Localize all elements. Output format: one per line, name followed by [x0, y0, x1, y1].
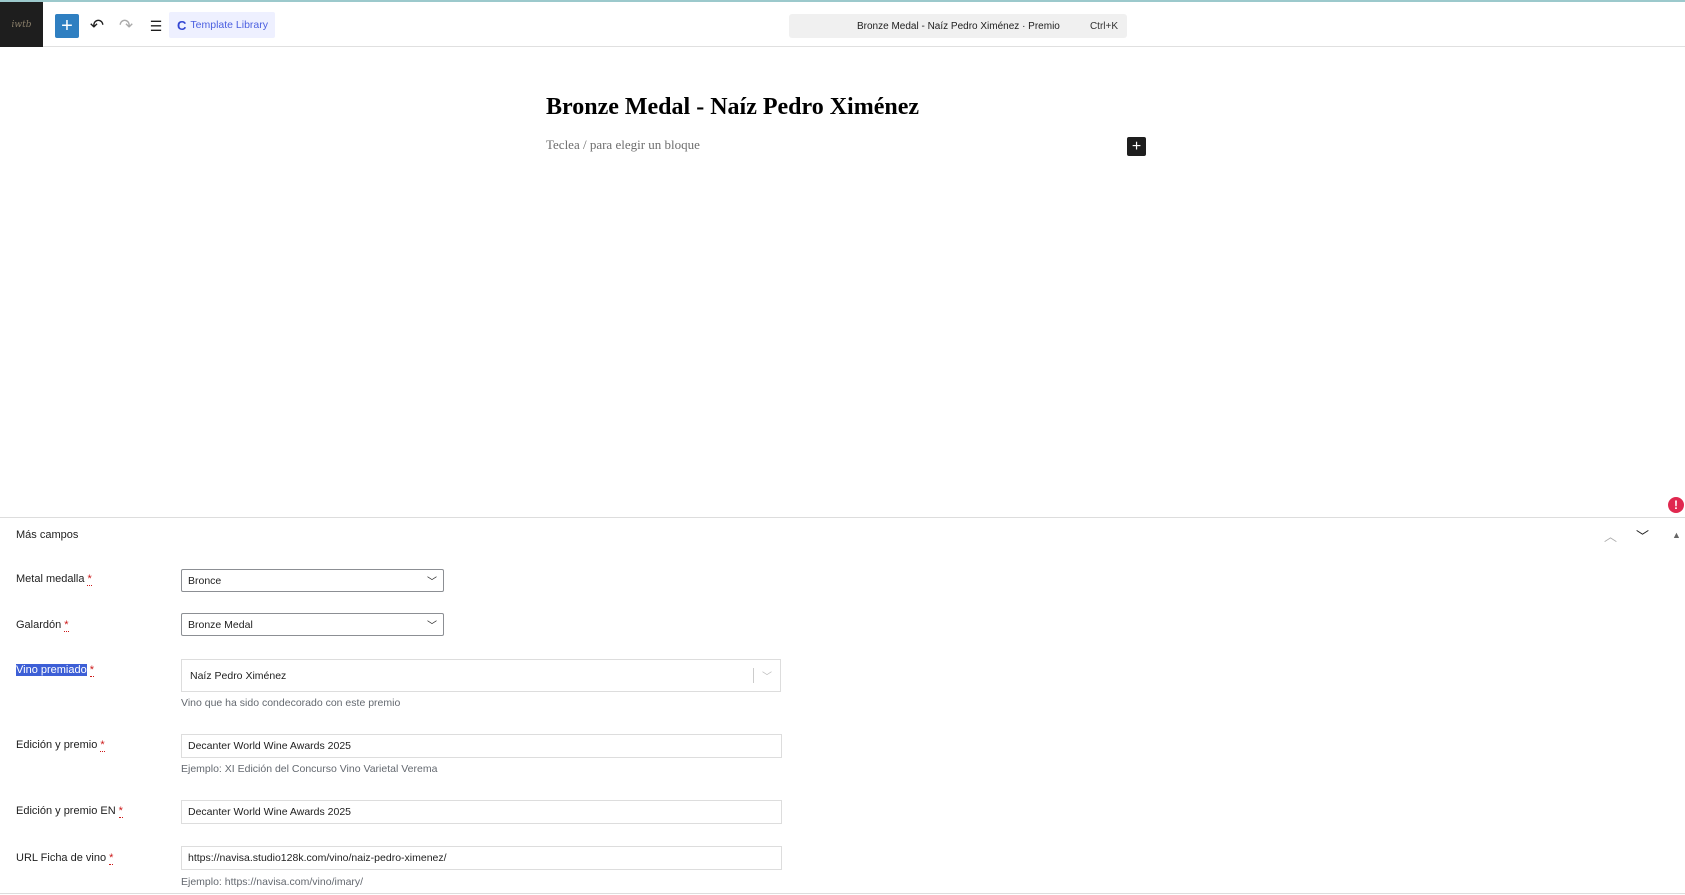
chevron-down-icon: ﹀: [427, 577, 437, 588]
url-ficha-input[interactable]: https://navisa.studio128k.com/vino/naiz-…: [181, 846, 782, 870]
inline-add-block-button[interactable]: +: [1127, 137, 1146, 156]
vino-premiado-select[interactable]: Naíz Pedro Ximénez ﹀: [181, 659, 781, 692]
move-up-icon[interactable]: ︿: [1604, 526, 1617, 545]
shortcut-hint: Ctrl+K: [1089, 20, 1118, 32]
move-down-icon[interactable]: ﹀: [1636, 526, 1649, 545]
undo-icon[interactable]: ↶: [85, 14, 109, 38]
template-library-icon: C: [177, 17, 187, 33]
template-library-label: Template Library: [190, 19, 269, 31]
chevron-down-icon: ﹀: [753, 668, 772, 683]
field-label: Edición y premio *: [16, 739, 105, 752]
chevron-down-icon: ﹀: [427, 621, 437, 632]
document-overview-icon[interactable]: ☰: [144, 14, 168, 38]
edicion-premio-input[interactable]: Decanter World Wine Awards 2025: [181, 734, 782, 758]
galardon-select[interactable]: Bronze Medal ﹀: [181, 613, 444, 636]
redo-icon[interactable]: ↷: [114, 14, 138, 38]
metal-medalla-select[interactable]: Bronce ﹀: [181, 569, 444, 592]
field-label: Metal medalla *: [16, 573, 92, 586]
editor-toolbar: iwtb + ↶ ↷ ☰ C Template Library Bronze M…: [0, 2, 1685, 47]
document-title: Bronze Medal - Naíz Pedro Ximénez · Prem…: [857, 20, 1060, 32]
edicion-premio-en-input[interactable]: Decanter World Wine Awards 2025: [181, 800, 782, 824]
alert-icon[interactable]: !: [1668, 497, 1684, 513]
post-title[interactable]: Bronze Medal - Naíz Pedro Ximénez: [546, 94, 919, 121]
template-library-button[interactable]: C Template Library: [169, 12, 275, 38]
field-help: Ejemplo: XI Edición del Concurso Vino Va…: [181, 763, 438, 775]
site-logo[interactable]: iwtb: [0, 2, 43, 47]
field-label: Vino premiado *: [16, 664, 95, 677]
toggle-panel-icon[interactable]: ▲: [1672, 530, 1681, 540]
block-placeholder[interactable]: Teclea / para elegir un bloque: [546, 137, 700, 153]
add-block-button[interactable]: +: [55, 14, 79, 38]
command-palette-button[interactable]: Bronze Medal - Naíz Pedro Ximénez · Prem…: [789, 14, 1127, 38]
field-label: Galardón *: [16, 619, 69, 632]
panel-title: Más campos: [16, 529, 79, 541]
meta-box-panel: Más campos ︿ ﹀ ▲ Metal medalla * Bronce ﹀ …: [0, 517, 1685, 894]
field-label: URL Ficha de vino *: [16, 852, 114, 865]
field-help: Vino que ha sido condecorado con este pr…: [181, 697, 401, 709]
field-help: Ejemplo: https://navisa.com/vino/imary/: [181, 876, 364, 888]
field-label: Edición y premio EN *: [16, 805, 123, 818]
